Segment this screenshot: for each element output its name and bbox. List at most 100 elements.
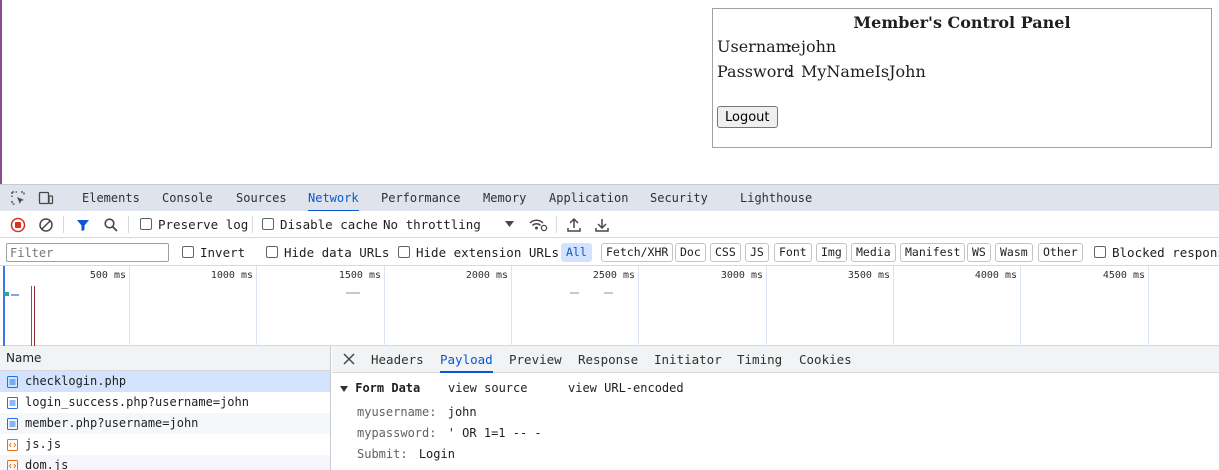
network-filter-bar: Invert Hide data URLs Hide extension URL… [0, 238, 1219, 266]
device-toolbar-icon[interactable] [38, 190, 54, 206]
filter-chip-img[interactable]: Img [816, 243, 847, 262]
document-file-icon [7, 397, 18, 409]
tab-sources[interactable]: Sources [236, 185, 287, 212]
inspect-element-icon[interactable] [10, 190, 26, 206]
timeline-gridline [1020, 266, 1021, 346]
search-icon[interactable] [103, 217, 119, 233]
timeline-request-bar [11, 294, 19, 296]
request-row-dom-js[interactable]: dom.js [0, 455, 330, 470]
request-details-panel: Headers Payload Preview Response Initiat… [332, 346, 1219, 470]
timeline-gridline [511, 266, 512, 346]
filter-chip-doc[interactable]: Doc [675, 243, 706, 262]
timeline-dom-content-loaded-marker [3, 266, 5, 346]
username-value: john [801, 37, 837, 56]
devtools-panel: Elements Console Sources Network Perform… [0, 184, 1219, 470]
tab-memory[interactable]: Memory [483, 185, 526, 212]
export-har-icon[interactable] [594, 217, 610, 233]
request-row-checklogin[interactable]: checklogin.php [0, 371, 330, 392]
filter-chip-media[interactable]: Media [851, 243, 896, 262]
detail-tab-preview[interactable]: Preview [509, 346, 562, 373]
detail-tab-headers[interactable]: Headers [371, 346, 424, 373]
timeline-gridline [129, 266, 130, 346]
password-row: Password: MyNameIsJohn [717, 62, 926, 84]
preserve-log-checkbox[interactable] [140, 218, 152, 230]
document-file-icon [7, 418, 18, 430]
request-name: dom.js [25, 458, 69, 470]
detail-tab-initiator[interactable]: Initiator [654, 346, 722, 373]
tab-network[interactable]: Network [308, 185, 359, 212]
member-control-panel: Member's Control Panel Username: john Pas… [712, 8, 1212, 148]
close-icon[interactable] [342, 352, 356, 366]
filter-chip-all[interactable]: All [561, 243, 592, 262]
tab-elements[interactable]: Elements [82, 185, 140, 212]
disable-cache-label: Disable cache [280, 217, 378, 232]
username-label: Username [717, 37, 801, 56]
disable-cache-checkbox[interactable] [262, 218, 274, 230]
tab-application[interactable]: Application [549, 185, 628, 212]
request-name: checklogin.php [25, 374, 127, 388]
tab-console[interactable]: Console [162, 185, 213, 212]
import-har-icon[interactable] [566, 217, 582, 233]
document-file-icon [7, 376, 18, 388]
timeline-tick-label: 1000 ms [210, 270, 253, 281]
password-value: MyNameIsJohn [801, 62, 926, 81]
throttling-select[interactable]: No throttling [383, 211, 515, 238]
filter-chip-ws[interactable]: WS [967, 243, 991, 262]
timeline-gridline [638, 266, 639, 346]
logout-button[interactable]: Logout [717, 106, 778, 128]
password-label: Password [717, 62, 795, 81]
detail-tab-payload[interactable]: Payload [440, 346, 493, 373]
timeline-gridline [256, 266, 257, 346]
filter-chip-css[interactable]: CSS [710, 243, 741, 262]
hide-data-urls-label: Hide data URLs [284, 245, 390, 260]
form-field-key: Submit: [357, 447, 408, 461]
request-row-js[interactable]: js.js [0, 434, 330, 455]
tab-performance[interactable]: Performance [381, 185, 460, 212]
tab-security[interactable]: Security [650, 185, 708, 212]
request-name: member.php?username=john [25, 416, 199, 430]
filter-chip-font[interactable]: Font [774, 243, 812, 262]
filter-input[interactable] [6, 243, 169, 262]
tab-lighthouse[interactable]: Lighthouse [740, 185, 812, 212]
detail-tab-cookies[interactable]: Cookies [799, 346, 852, 373]
form-field-value: Login [418, 447, 455, 461]
hide-data-urls-checkbox[interactable] [266, 246, 278, 258]
filter-chip-js[interactable]: JS [745, 243, 769, 262]
timeline-request-bar [604, 292, 613, 294]
request-list-header-name[interactable]: Name [0, 346, 330, 371]
filter-icon[interactable] [75, 217, 91, 233]
invert-label: Invert [200, 245, 246, 260]
timeline-tick-label: 500 ms [89, 270, 126, 281]
timeline-request-bar [346, 292, 360, 294]
request-row-login-success[interactable]: login_success.php?username=john [0, 392, 330, 413]
script-file-icon [7, 439, 18, 451]
clear-icon[interactable] [38, 217, 54, 233]
network-toolbar: Preserve log Disable cache No throttling [0, 211, 1219, 238]
network-overview-timeline[interactable]: 500 ms 1000 ms 1500 ms 2000 ms 2500 ms 3… [0, 266, 1219, 346]
view-source-link[interactable]: view source [448, 381, 527, 395]
network-conditions-icon[interactable] [528, 217, 548, 233]
filter-chip-fetch-xhr[interactable]: Fetch/XHR [601, 243, 674, 262]
view-url-encoded-link[interactable]: view URL-encoded [568, 381, 684, 395]
request-row-member[interactable]: member.php?username=john [0, 413, 330, 434]
blocked-responses-checkbox[interactable] [1094, 246, 1106, 258]
timeline-request-bar [570, 292, 579, 294]
throttling-value: No throttling [383, 217, 481, 232]
form-field-value: john [447, 405, 477, 419]
stop-recording-icon[interactable] [10, 217, 26, 233]
detail-tab-timing[interactable]: Timing [737, 346, 782, 373]
filter-chip-wasm[interactable]: Wasm [995, 243, 1033, 262]
detail-tab-response[interactable]: Response [578, 346, 638, 373]
filter-chip-other[interactable]: Other [1038, 243, 1083, 262]
form-field-key: myusername: [357, 405, 437, 419]
timeline-tick-label: 2000 ms [465, 270, 508, 281]
form-data-section-header[interactable]: Form Data [340, 381, 420, 395]
username-row: Username: john [717, 37, 836, 59]
timeline-tick-label: 3000 ms [720, 270, 763, 281]
invert-checkbox[interactable] [182, 246, 194, 258]
hide-extension-urls-checkbox[interactable] [398, 246, 410, 258]
filter-chip-manifest[interactable]: Manifest [900, 243, 966, 262]
form-field-row: myusername: john [357, 405, 477, 419]
devtools-tab-bar: Elements Console Sources Network Perform… [0, 184, 1219, 212]
panel-title: Member's Control Panel [853, 13, 1071, 32]
